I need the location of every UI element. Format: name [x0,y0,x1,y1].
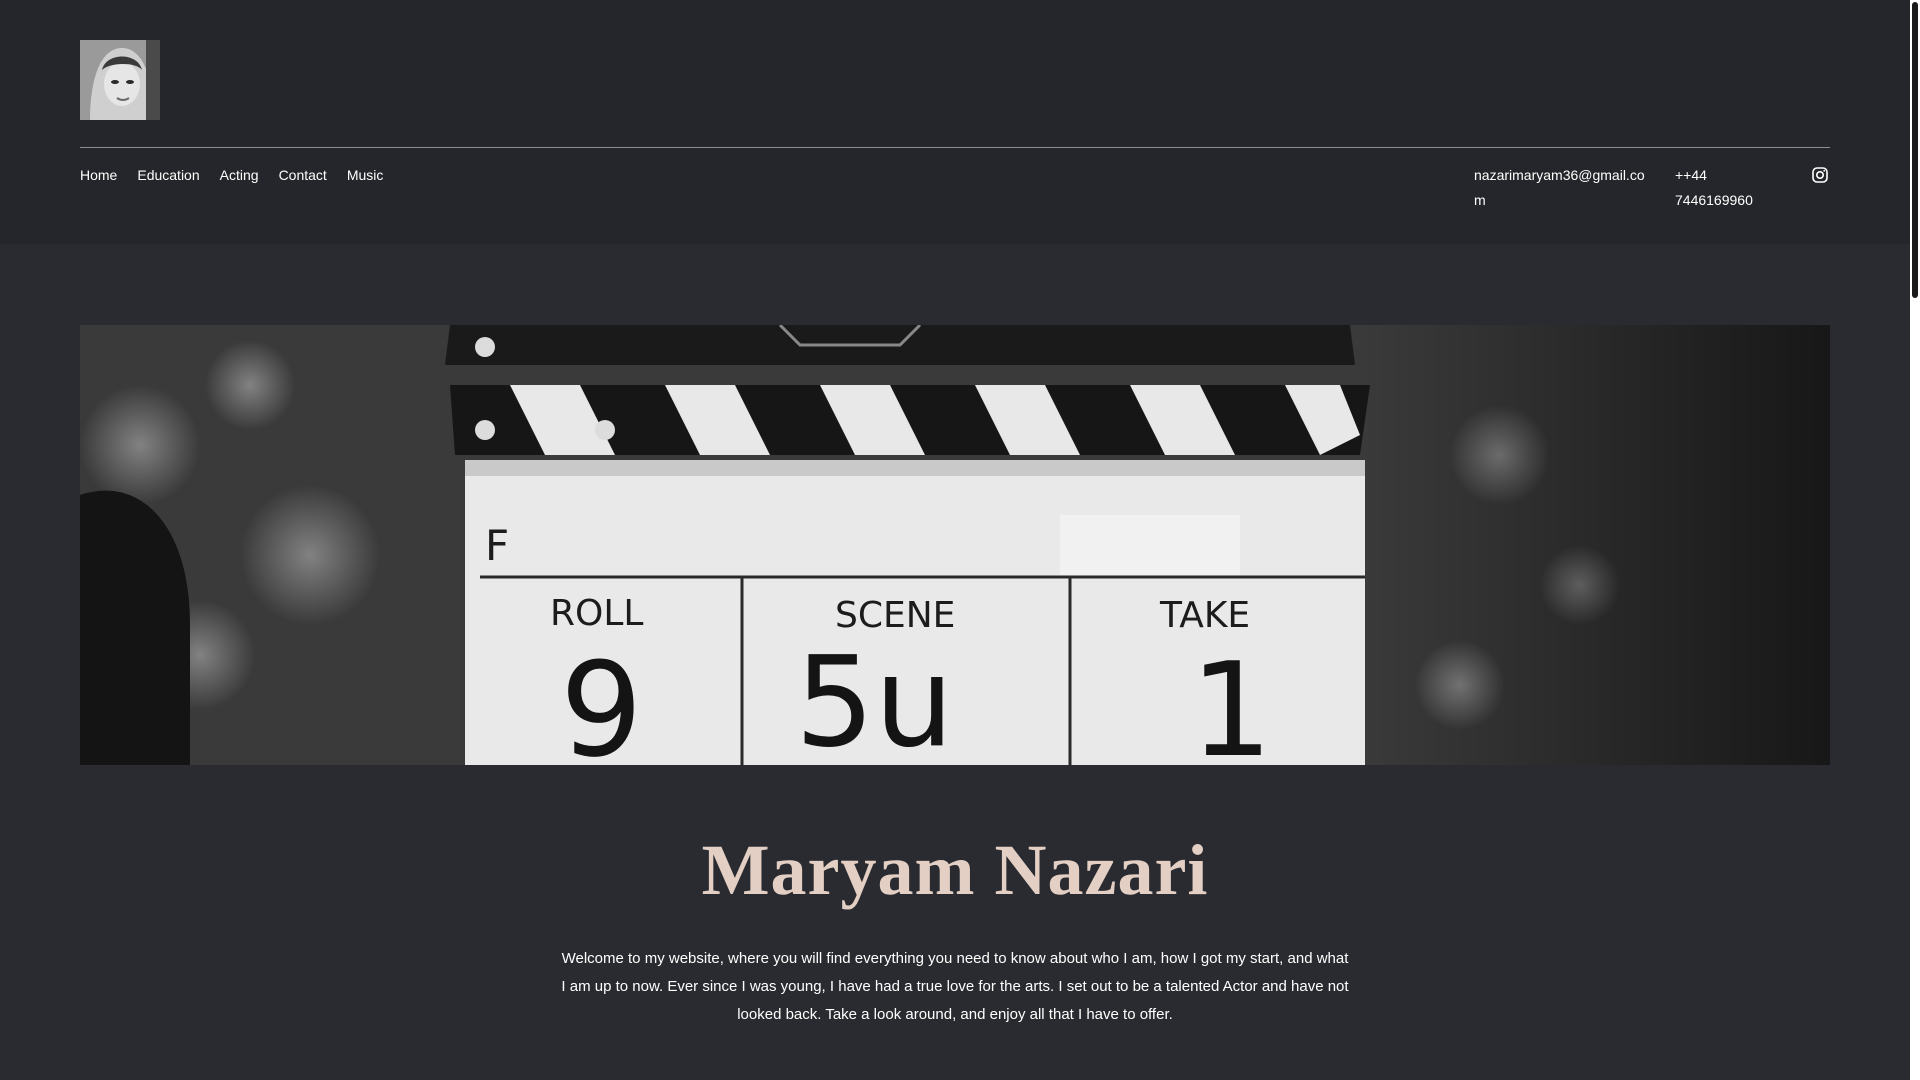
slate-take-value: 1 [1190,634,1273,765]
intro-text: Welcome to my website, where you will fi… [561,950,1349,1023]
scrollbar[interactable] [1910,0,1920,1080]
profile-photo[interactable] [80,40,160,120]
nav-contact[interactable]: Contact [279,163,327,187]
slate-roll-value: 9 [560,634,643,765]
slate-roll-label: ROLL [550,593,643,634]
nav-acting[interactable]: Acting [220,163,259,187]
contact-email[interactable]: nazarimaryam36@gmail.com [1474,163,1654,213]
slate-letter: F [485,521,509,570]
page: Home Education Acting Contact Music naza… [0,0,1920,1080]
nav-education[interactable]: Education [137,163,199,187]
header-divider [80,147,1830,148]
page-title: Maryam Nazari [701,830,1209,910]
hero-image: F ROLL SCENE TAKE 9 5u 1 [80,325,1830,765]
profile-photo-image [80,40,160,120]
main-nav: Home Education Acting Contact Music [80,163,403,187]
scrollbar-thumb[interactable] [1912,2,1918,298]
clapperboard-image: F ROLL SCENE TAKE 9 5u 1 [80,325,1830,765]
instagram-icon[interactable] [1810,165,1830,185]
site-header: Home Education Acting Contact Music naza… [0,0,1910,244]
slate-scene-value: 5u [795,630,954,765]
nav-music[interactable]: Music [347,163,384,187]
contact-phone: ++44 7446169960 [1675,167,1753,208]
slate-take-label: TAKE [1159,595,1250,636]
nav-home[interactable]: Home [80,163,117,187]
